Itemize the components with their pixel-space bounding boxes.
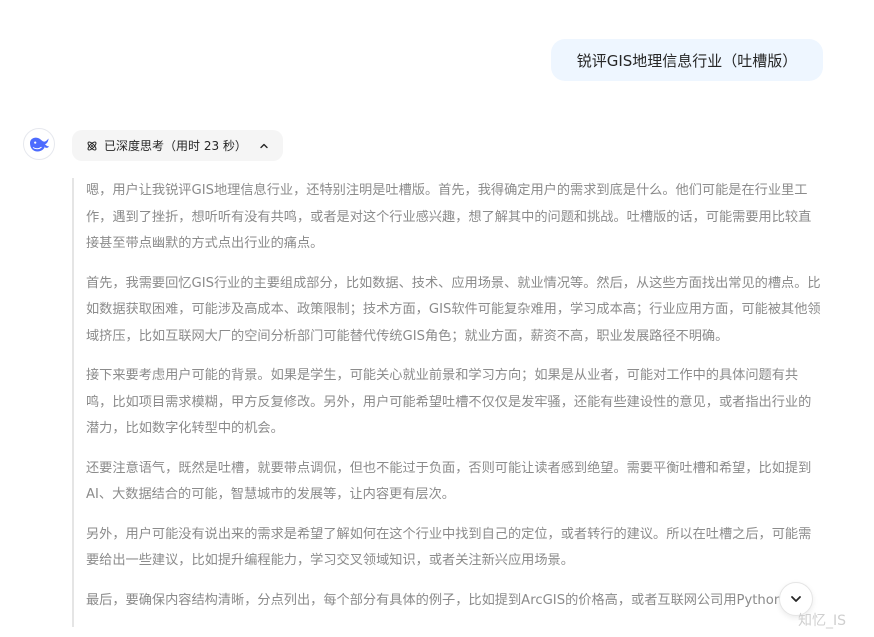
user-message-bubble: 锐评GIS地理信息行业（吐槽版） [551, 39, 823, 81]
thought-paragraph: 还要注意语气，既然是吐槽，就要带点调侃，但也不能过于负面，否则可能让读者感到绝望… [86, 460, 812, 503]
atom-icon [86, 140, 98, 152]
deepseek-whale-logo-icon [30, 137, 49, 152]
chevron-up-icon [259, 141, 269, 151]
deep-thinking-toggle[interactable]: 已深度思考（用时 23 秒） [72, 130, 283, 161]
deep-thinking-label: 已深度思考（用时 23 秒） [104, 139, 247, 153]
user-message-text: 锐评GIS地理信息行业（吐槽版） [576, 51, 798, 70]
watermark: 知忆_IS [798, 613, 847, 629]
chevron-down-icon [791, 596, 801, 602]
thought-paragraph: 首先，我需要回忆GIS行业的主要组成部分，比如数据、技术、应用场景、就业情况等。… [86, 275, 821, 344]
thought-paragraph: 嗯，用户让我锐评GIS地理信息行业，还特别注明是吐槽版。首先，我得确定用户的需求… [86, 183, 812, 251]
thought-content: 嗯，用户让我锐评GIS地理信息行业，还特别注明是吐槽版。首先，我得确定用户的需求… [72, 178, 824, 627]
assistant-avatar [23, 128, 55, 160]
thought-paragraph: 最后，要确保内容结构清晰，分点列出，每个部分有具体的例子，比如提到ArcGIS的… [86, 592, 783, 608]
thought-paragraph: 接下来要考虑用户可能的背景。如果是学生，可能关心就业前景和学习方向；如果是从业者… [86, 368, 812, 436]
thought-paragraph: 另外，用户可能没有说出来的需求是希望了解如何在这个行业中找到自己的定位，或者转行… [86, 526, 812, 569]
chat-page: 锐评GIS地理信息行业（吐槽版） 已深度思考（用时 23 秒） 嗯，用户让我锐评… [0, 0, 874, 637]
